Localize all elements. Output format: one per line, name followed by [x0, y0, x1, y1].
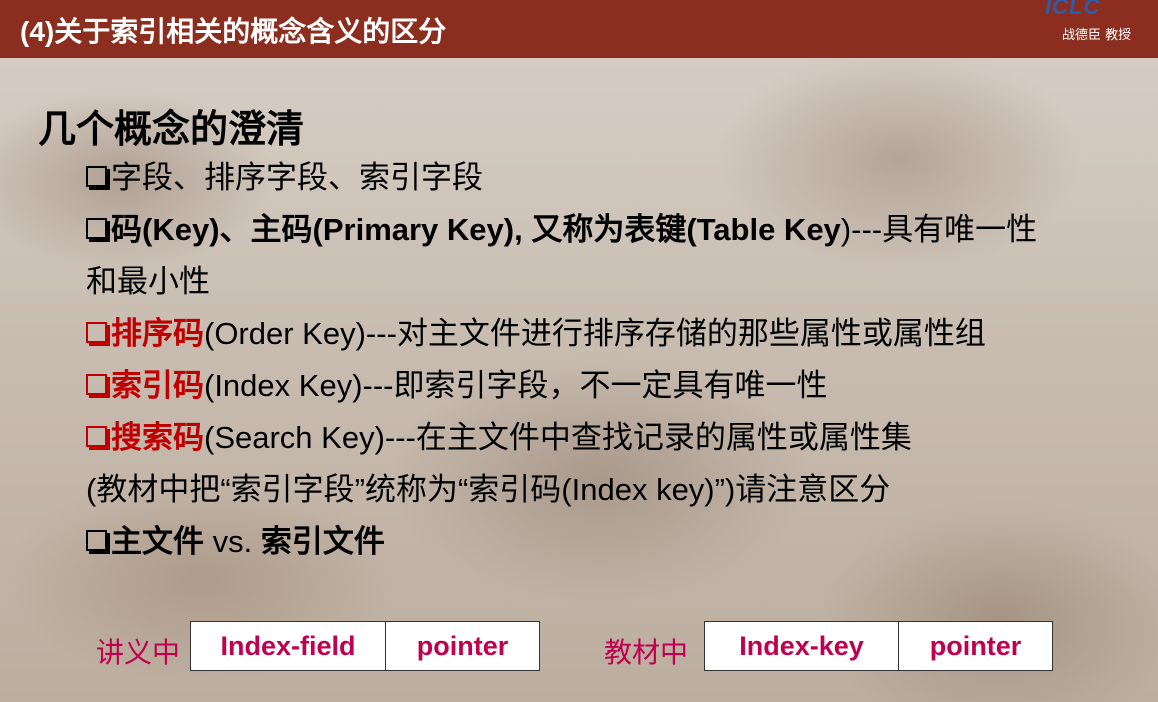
checkbox-bullet-icon — [86, 530, 107, 551]
logo: ICLC 战德臣 教授 — [1040, 0, 1158, 58]
lecture-label: 讲义中 — [96, 637, 181, 668]
bullet-search-key: 搜索码(Search Key)---在主文件中查找记录的属性或属性集 — [86, 412, 912, 457]
lecture-index-field-cell: Index-field — [190, 621, 386, 671]
textbook-label: 教材中 — [604, 637, 689, 668]
slide-header: (4)关于索引相关的概念含义的区分 ICLC 战德臣 教授 — [0, 0, 1158, 58]
textbook-pointer-cell: pointer — [898, 621, 1053, 671]
textbook-note: (教材中把“索引字段”统称为“索引码(Index key)”)请注意区分 — [86, 472, 891, 507]
bullet-fields: 字段、排序字段、索引字段 — [86, 152, 483, 197]
bullet-key-continued: 和最小性 — [86, 264, 210, 299]
lecture-pointer-cell: pointer — [385, 621, 540, 671]
checkbox-bullet-icon — [86, 426, 107, 447]
checkbox-bullet-icon — [86, 322, 107, 343]
checkbox-bullet-icon — [86, 218, 107, 239]
checkbox-bullet-icon — [86, 374, 107, 395]
bullet-index-key: 索引码(Index Key)---即索引字段，不一定具有唯一性 — [86, 360, 827, 405]
logo-mark: ICLC — [1045, 0, 1101, 19]
checkbox-bullet-icon — [86, 166, 107, 187]
textbook-index-key-cell: Index-key — [704, 621, 899, 671]
author-name: 战德臣 教授 — [1062, 28, 1132, 43]
bullet-main-vs-index-file: 主文件 vs. 索引文件 — [86, 516, 385, 561]
bullet-key: 码(Key)、主码(Primary Key), 又称为表键(Table Key)… — [86, 204, 1037, 249]
bullet-order-key: 排序码(Order Key)---对主文件进行排序存储的那些属性或属性组 — [86, 308, 986, 353]
section-heading: 几个概念的澄清 — [38, 109, 305, 151]
slide-title: (4)关于索引相关的概念含义的区分 — [20, 16, 447, 47]
